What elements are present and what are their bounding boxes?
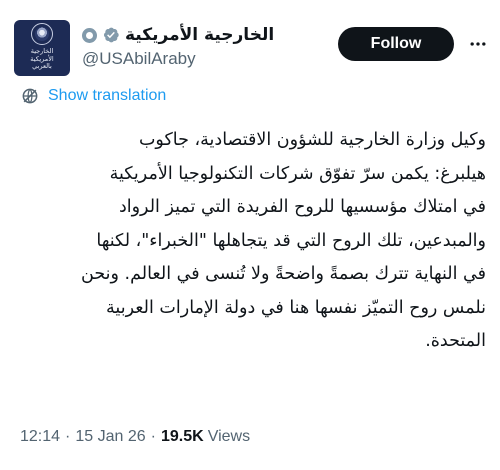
globe-icon: [22, 88, 38, 104]
author-name-row[interactable]: الخارجية الأمريكية: [82, 25, 274, 45]
tweet-text-line: والمبدعين، تلك الروح التي قد يتجاهلها "ا…: [96, 230, 486, 251]
more-options-icon[interactable]: [466, 32, 490, 56]
avatar-text: الخارجية الأمريكية بالعربي: [30, 47, 54, 71]
meta-separator: ·: [150, 428, 156, 445]
tweet-header: الخارجية الأمريكية بالعربي الخارجية الأم…: [0, 0, 500, 85]
meta-separator: ·: [65, 428, 71, 445]
tweet-meta: 12:14 · 15 Jan 26 · 19.5K Views: [20, 428, 250, 446]
author-handle[interactable]: @USAbilAraby: [82, 49, 196, 69]
views-label: Views: [207, 428, 251, 445]
tweet-time[interactable]: 12:14: [20, 428, 60, 446]
tweet-text-line: وكيل وزارة الخارجية للشؤون الاقتصادية، ج…: [138, 130, 486, 150]
tweet-text-line: في النهاية تترك بصمةً واضحةً ولا تُنسى ف…: [81, 264, 486, 284]
verified-badge-icon: [103, 27, 119, 43]
seal-icon: [31, 23, 53, 46]
tweet-text: وكيل وزارة الخارجية للشؤون الاقتصادية، ج…: [14, 124, 486, 359]
tweet-text-line: المتحدة.: [425, 331, 486, 351]
tweet-text-line: في امتلاك مؤسسيها للروح الفريدة التي تمي…: [118, 197, 486, 217]
tweet-date[interactable]: 15 Jan 26: [75, 428, 145, 446]
avatar[interactable]: الخارجية الأمريكية بالعربي: [14, 20, 70, 76]
views-count[interactable]: 19.5K: [161, 428, 204, 446]
tweet-text-line: هيلبرغ: يكمن سرّ تفوّق شركات التكنولوجيا…: [109, 163, 486, 184]
show-translation-link[interactable]: Show translation: [20, 86, 166, 106]
tweet-text-line: نلمس روح التميّز نفسها هنا في دولة الإما…: [106, 297, 486, 318]
tweet-card: الخارجية الأمريكية بالعربي الخارجية الأم…: [0, 0, 500, 470]
follow-button[interactable]: Follow: [338, 27, 454, 61]
author-display-name: الخارجية الأمريكية: [125, 25, 275, 45]
government-badge-icon: [82, 27, 97, 43]
show-translation-label: Show translation: [48, 87, 167, 104]
